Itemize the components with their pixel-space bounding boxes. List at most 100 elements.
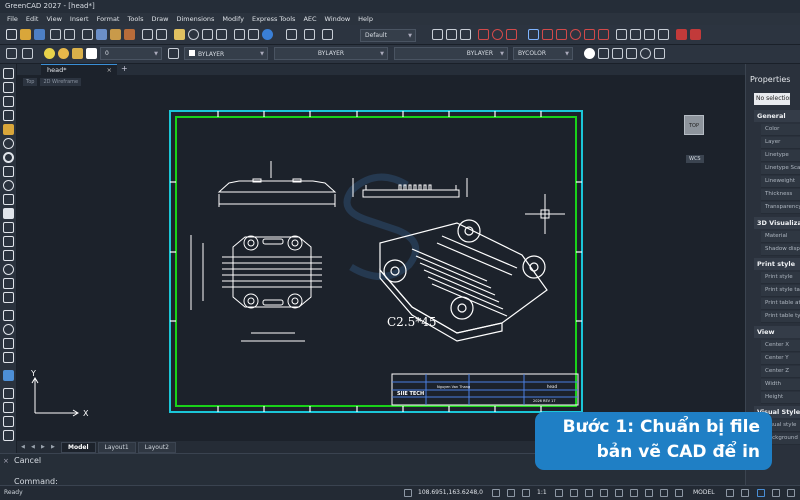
clean-screen-icon[interactable] (772, 489, 780, 497)
otrack-toggle-icon[interactable] (570, 489, 578, 497)
named-views-icon[interactable] (234, 29, 245, 40)
conceptual-icon[interactable] (654, 48, 665, 59)
menu-help[interactable]: Help (354, 13, 377, 25)
zoom-previous-icon[interactable] (216, 29, 227, 40)
erase-icon[interactable] (690, 29, 701, 40)
viewcube[interactable]: TOP (684, 115, 704, 135)
gear-icon[interactable] (757, 489, 765, 497)
multileader-icon[interactable] (432, 29, 443, 40)
arc-tool-icon[interactable] (3, 96, 14, 107)
new-tab-button[interactable]: + (121, 64, 128, 73)
ellipse-icon[interactable] (570, 29, 581, 40)
hatch-icon[interactable] (598, 29, 609, 40)
close-icon[interactable]: × (3, 457, 9, 465)
table-style-icon[interactable] (322, 29, 333, 40)
point-icon[interactable] (3, 236, 14, 247)
insert-icon[interactable] (460, 29, 471, 40)
hardware-acceleration-icon[interactable] (741, 489, 749, 497)
shaded-icon[interactable] (626, 48, 637, 59)
realistic-icon[interactable] (640, 48, 651, 59)
osnap-toggle-icon[interactable] (555, 489, 563, 497)
extend-icon[interactable] (630, 29, 641, 40)
quick-properties-icon[interactable] (645, 489, 653, 497)
section-general[interactable]: General (754, 110, 800, 122)
layer-manager-icon[interactable] (6, 48, 17, 59)
prev-tab-icon[interactable]: ◀ (31, 444, 39, 450)
selection-dropdown[interactable]: No selection (754, 93, 790, 105)
pan-icon[interactable] (174, 29, 185, 40)
scale-icon[interactable] (3, 338, 14, 349)
explode-icon[interactable] (676, 29, 687, 40)
section-3d-visualization[interactable]: 3D Visualization (754, 217, 800, 229)
first-tab-icon[interactable]: ◀ (21, 444, 29, 450)
cut-icon[interactable] (82, 29, 93, 40)
polygon-icon[interactable] (556, 29, 567, 40)
last-tab-icon[interactable]: ▶ (51, 444, 59, 450)
menu-file[interactable]: File (3, 13, 22, 25)
mtext-icon[interactable] (3, 292, 14, 303)
ellipse-tool-icon[interactable] (3, 180, 14, 191)
zoom-window-icon[interactable] (202, 29, 213, 40)
snap-toggle-icon[interactable] (404, 489, 412, 497)
circle-tool-icon[interactable] (3, 138, 14, 149)
line-tool-icon[interactable] (3, 68, 14, 79)
customization-icon[interactable] (787, 489, 795, 497)
dynamic-input-icon[interactable] (630, 489, 638, 497)
menu-dimensions[interactable]: Dimensions (172, 13, 218, 25)
menu-draw[interactable]: Draw (148, 13, 173, 25)
spline-icon[interactable] (584, 29, 595, 40)
wipeout-icon[interactable] (3, 278, 14, 289)
block-icon[interactable] (446, 29, 457, 40)
layer-combo[interactable]: 0 ▼ (100, 47, 162, 60)
hidden-icon[interactable] (612, 48, 623, 59)
construction-line-icon[interactable] (3, 110, 14, 121)
menu-insert[interactable]: Insert (66, 13, 93, 25)
properties-icon[interactable] (248, 29, 259, 40)
close-icon[interactable]: × (107, 66, 112, 74)
select-icon[interactable] (528, 29, 539, 40)
stretch-icon[interactable] (3, 352, 14, 363)
rotate-icon[interactable] (3, 324, 14, 335)
rectangle-icon[interactable] (542, 29, 553, 40)
menu-edit[interactable]: Edit (22, 13, 43, 25)
new-file-icon[interactable] (6, 29, 17, 40)
visual-style-icon[interactable] (584, 48, 595, 59)
layer-state-icon[interactable] (22, 48, 33, 59)
drawing-viewport[interactable]: C2.5*45 SIIE TECH head Nguyen Van Thang … (17, 75, 745, 441)
chamfer-icon[interactable] (3, 402, 14, 413)
ortho-toggle-icon[interactable] (507, 489, 515, 497)
copy-icon[interactable] (96, 29, 107, 40)
linetype-combo[interactable]: BYLAYER ▼ (274, 47, 388, 60)
sun-icon[interactable] (58, 48, 69, 59)
donut-icon[interactable] (3, 152, 14, 163)
dim-style-icon[interactable] (304, 29, 315, 40)
revision-cloud-icon[interactable] (3, 264, 14, 275)
document-tab[interactable]: head* × (41, 64, 117, 75)
tab-model[interactable]: Model (61, 441, 96, 453)
match-properties-icon[interactable] (124, 29, 135, 40)
circle-icon[interactable] (492, 29, 503, 40)
model-space-button[interactable]: MODEL (693, 489, 715, 496)
style-combo[interactable]: Default ▼ (360, 29, 416, 42)
menu-view[interactable]: View (42, 13, 65, 25)
tab-layout1[interactable]: Layout1 (97, 441, 136, 453)
move-icon[interactable] (3, 310, 14, 321)
menu-aec[interactable]: AEC (299, 13, 320, 25)
next-tab-icon[interactable]: ▶ (41, 444, 49, 450)
join-icon[interactable] (3, 430, 14, 441)
lightbulb-icon[interactable] (44, 48, 55, 59)
array-icon[interactable] (3, 416, 14, 427)
lock-icon[interactable] (72, 48, 83, 59)
isolate-objects-icon[interactable] (726, 489, 734, 497)
arc-icon[interactable] (506, 29, 517, 40)
rectangle-tool-icon[interactable] (3, 166, 14, 177)
print-icon[interactable] (50, 29, 61, 40)
menu-express-tools[interactable]: Express Tools (248, 13, 299, 25)
selection-cycling-icon[interactable] (615, 489, 623, 497)
zoom-realtime-icon[interactable] (188, 29, 199, 40)
line-icon[interactable] (478, 29, 489, 40)
menu-tools[interactable]: Tools (123, 13, 147, 25)
offset-icon[interactable] (644, 29, 655, 40)
block-tool-icon[interactable] (3, 250, 14, 261)
section-print-style[interactable]: Print style (754, 258, 800, 270)
